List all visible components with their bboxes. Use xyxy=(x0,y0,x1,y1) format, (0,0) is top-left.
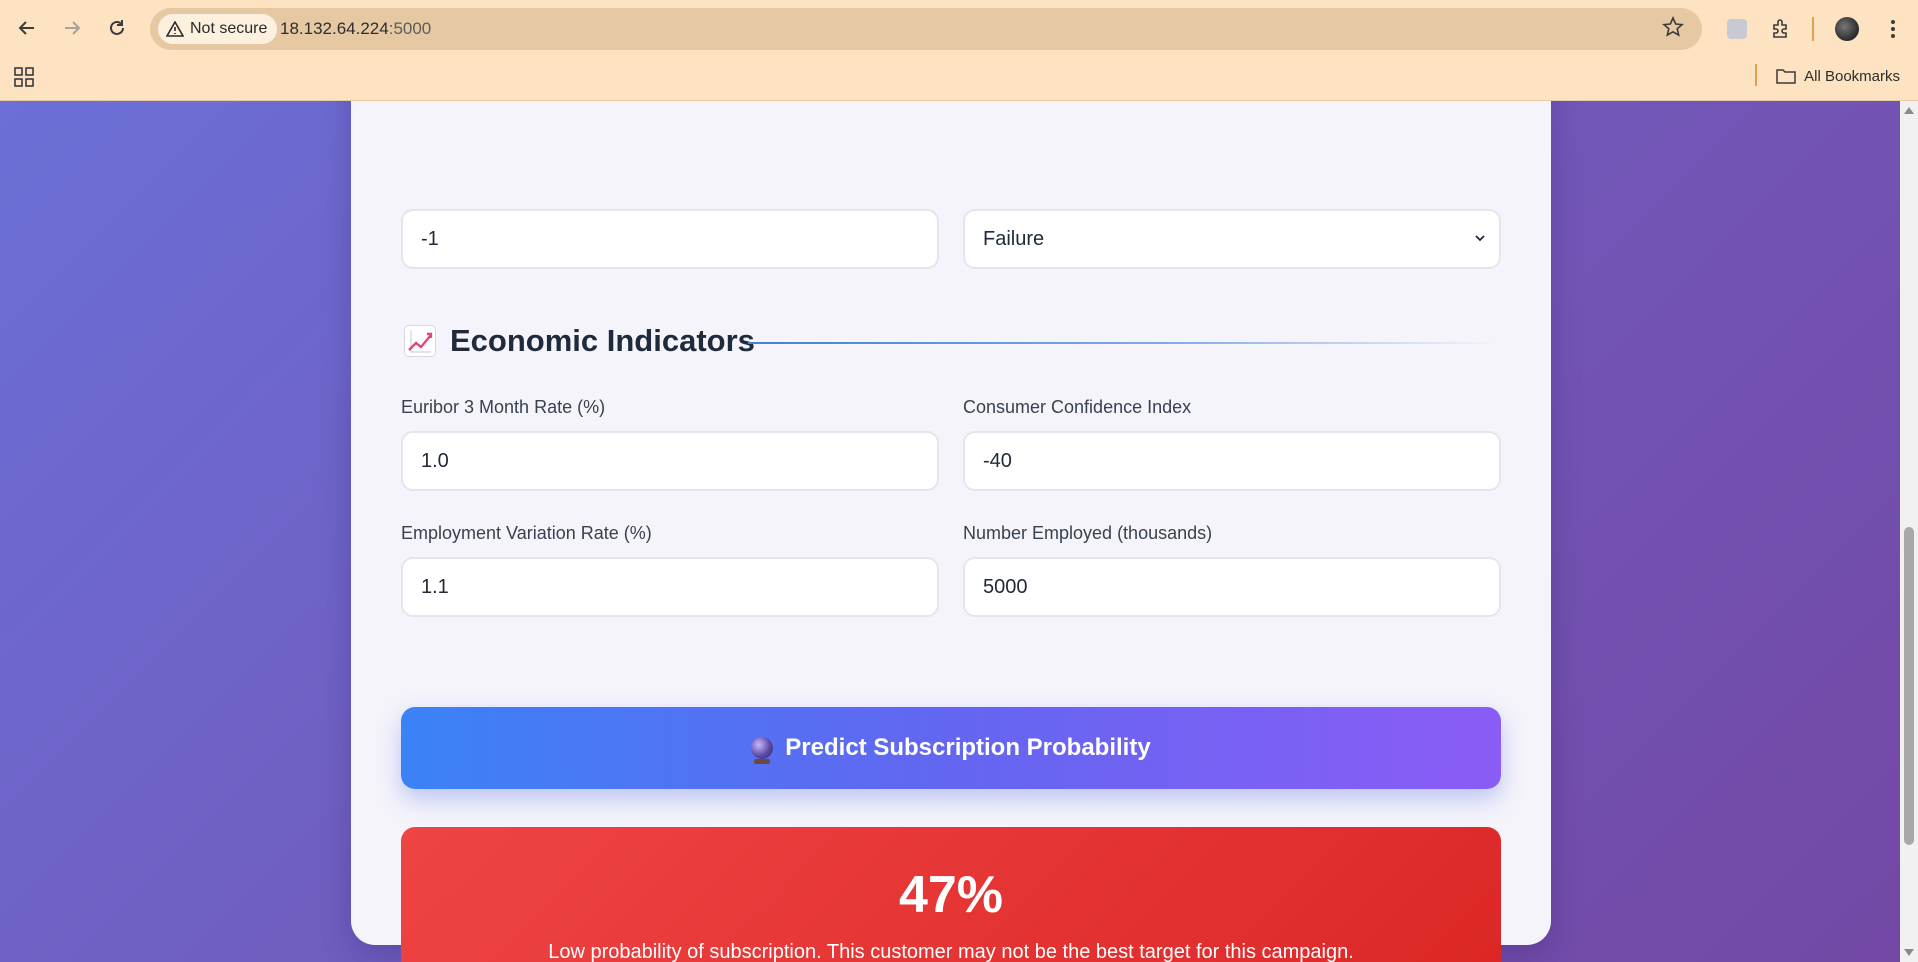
scroll-down-arrow[interactable] xyxy=(1904,949,1914,956)
folder-icon xyxy=(1776,69,1796,84)
page-viewport: -1 Failure Economic Indicators Euribor 3… xyxy=(0,101,1900,962)
employment-variation-value: 1.1 xyxy=(421,575,449,598)
warning-icon xyxy=(166,21,184,37)
section-header: Economic Indicators xyxy=(404,323,755,359)
address-bar[interactable]: Not secure 18.132.64.224:5000 xyxy=(150,8,1702,50)
previous-contacts-input[interactable]: -1 xyxy=(401,209,939,269)
all-bookmarks-label: All Bookmarks xyxy=(1804,67,1900,85)
previous-outcome-value: Failure xyxy=(983,227,1045,250)
probability-value: 47% xyxy=(898,866,1004,924)
euribor-value: 1.0 xyxy=(421,449,449,472)
consumer-confidence-label: Consumer Confidence Index xyxy=(963,397,1192,417)
browser-menu-icon[interactable] xyxy=(1878,14,1908,44)
url-host: 18.132.64.224 xyxy=(280,19,389,38)
number-employed-value: 5000 xyxy=(983,575,1028,598)
all-bookmarks-button[interactable]: All Bookmarks xyxy=(1776,64,1900,88)
page-scrollbar[interactable] xyxy=(1900,101,1918,962)
bookmarks-divider xyxy=(1755,64,1757,86)
result-message: Low probability of subscription. This cu… xyxy=(548,941,1354,962)
predict-button-label: Predict Subscription Probability xyxy=(785,734,1151,761)
prediction-result: 47% Low probability of subscription. Thi… xyxy=(401,827,1501,962)
crystal-ball-icon xyxy=(751,737,774,764)
consumer-confidence-input[interactable]: -40 xyxy=(963,431,1501,491)
chart-increasing-icon xyxy=(404,325,436,357)
previous-outcome-select[interactable]: Failure xyxy=(963,209,1501,269)
employment-variation-label: Employment Variation Rate (%) xyxy=(401,523,652,543)
forward-button[interactable] xyxy=(57,13,87,43)
url-port: :5000 xyxy=(388,19,432,38)
section-title: Economic Indicators xyxy=(450,323,755,358)
scroll-thumb[interactable] xyxy=(1904,527,1914,845)
back-button[interactable] xyxy=(12,13,42,43)
security-label: Not secure xyxy=(190,20,268,37)
back-arrow-icon xyxy=(18,21,34,35)
reload-icon xyxy=(110,20,124,35)
previous-contacts-value: -1 xyxy=(421,227,439,250)
extensions-puzzle-icon[interactable] xyxy=(1766,14,1796,44)
forward-arrow-icon xyxy=(65,21,81,35)
chevron-down-icon xyxy=(1475,235,1485,242)
profile-avatar[interactable] xyxy=(1832,14,1862,44)
euribor-label: Euribor 3 Month Rate (%) xyxy=(401,397,606,417)
toolbar-divider xyxy=(1812,17,1814,41)
scroll-up-arrow[interactable] xyxy=(1904,107,1914,114)
employment-variation-input[interactable]: 1.1 xyxy=(401,557,939,617)
section-divider xyxy=(748,342,1498,344)
number-employed-input[interactable]: 5000 xyxy=(963,557,1501,617)
consumer-confidence-value: -40 xyxy=(983,449,1012,472)
bookmark-star-icon[interactable] xyxy=(1662,16,1684,44)
reload-button[interactable] xyxy=(102,13,132,43)
form-card: -1 Failure Economic Indicators Euribor 3… xyxy=(351,101,1551,962)
predict-button[interactable]: Predict Subscription Probability xyxy=(401,707,1501,789)
url-text[interactable]: 18.132.64.224:5000 xyxy=(280,19,431,39)
number-employed-label: Number Employed (thousands) xyxy=(963,523,1213,543)
apps-grid-icon[interactable] xyxy=(14,67,34,87)
security-indicator[interactable]: Not secure xyxy=(158,14,278,44)
bookmarks-bar xyxy=(0,58,1918,101)
euribor-input[interactable]: 1.0 xyxy=(401,431,939,491)
extension-icon[interactable] xyxy=(1722,14,1752,44)
